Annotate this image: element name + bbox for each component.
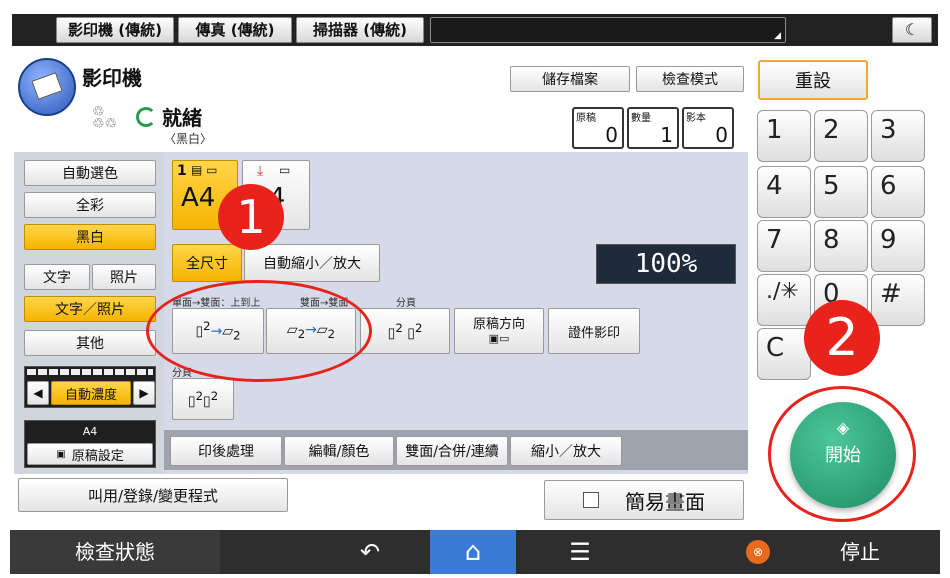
density-left-arrow-icon[interactable]: ◀ — [27, 381, 49, 405]
original-settings-button[interactable]: ▣ 原稿設定 — [27, 443, 153, 465]
color-auto-button[interactable]: 自動選色 — [24, 160, 156, 186]
store-file-button[interactable]: 儲存檔案 — [510, 66, 630, 92]
density-right-arrow-icon[interactable]: ▶ — [133, 381, 155, 405]
tab-reduce-enlarge[interactable]: 縮小／放大 — [510, 436, 622, 466]
moon-icon[interactable]: ☾ — [892, 17, 932, 43]
tab-finishing[interactable]: 印後處理 — [170, 436, 282, 466]
counter-label: 數量 — [631, 113, 651, 124]
counter-originals: 原稿 0 — [572, 107, 624, 149]
simple-screen-label: 簡易畫面 — [625, 489, 705, 514]
key-3[interactable]: 3 — [871, 110, 925, 162]
density-auto-button[interactable]: 自動濃度 — [51, 381, 131, 405]
recall-program-button[interactable]: 叫用/登錄/變更程式 — [18, 478, 288, 512]
counter-copies: 影本 0 — [682, 107, 734, 149]
bypass-arrow-icon: ⤓ — [257, 163, 264, 179]
sort2-button[interactable]: ▯2▯2 — [172, 378, 234, 420]
key-2[interactable]: 2 — [814, 110, 868, 162]
annotation-1: 1 — [218, 184, 284, 250]
key-5[interactable]: 5 — [814, 166, 868, 218]
stop-icon: ⊗ — [746, 540, 770, 564]
tray-paper-size: A4 — [181, 183, 216, 213]
tab-duplex-combine[interactable]: 雙面/合併/連續 — [396, 436, 508, 466]
tab-fax[interactable]: 傳真 (傳統) — [178, 17, 292, 43]
back-icon[interactable]: ↶ — [340, 530, 400, 574]
key-7[interactable]: 7 — [757, 220, 811, 272]
original-orientation-button[interactable]: 原稿方向 ▣▭ — [454, 308, 544, 354]
original-orientation-icon: ▣ — [56, 448, 66, 460]
key-dot-star[interactable]: .∕✳ — [757, 274, 811, 326]
tab-edit-color[interactable]: 編輯/顏色 — [284, 436, 394, 466]
annotation-2: 2 — [804, 300, 880, 376]
paper-stack-icon: ▤ ▭ — [191, 163, 218, 177]
status-subtext: 〈黑白〉 — [164, 132, 213, 146]
original-settings-box[interactable]: A4 ▣ 原稿設定 — [24, 420, 156, 468]
toner-icon: ♲ ♲♲ — [92, 104, 118, 132]
density-control: ◀ 自動濃度 ▶ — [24, 366, 156, 408]
corner-triangle-icon: ◢ — [774, 31, 781, 41]
start-diamond-icon: ◈ — [836, 418, 850, 437]
color-full-button[interactable]: 全彩 — [24, 192, 156, 218]
ready-spinner-icon — [136, 107, 156, 127]
counter-label: 原稿 — [576, 113, 596, 124]
sort-label: 分頁 — [396, 298, 416, 309]
counter-value: 0 — [605, 123, 618, 147]
key-4[interactable]: 4 — [757, 166, 811, 218]
sort-icon: ▯2 ▯2 — [387, 320, 423, 342]
original-settings-label: 原稿設定 — [71, 448, 124, 464]
text-mode-button[interactable]: 文字 — [24, 264, 90, 290]
key-clear[interactable]: C — [757, 328, 811, 380]
key-6[interactable]: 6 — [871, 166, 925, 218]
sort2-icon: ▯2▯2 — [187, 388, 219, 410]
bypass-paper-icon: ▭ — [279, 163, 291, 177]
zoom-full-size-button[interactable]: 全尺寸 — [172, 244, 242, 282]
other-mode-button[interactable]: 其他 — [24, 330, 156, 356]
page-title: 影印機 — [82, 66, 142, 90]
orientation-icon: ▣▭ — [488, 332, 510, 345]
copier-panel: 影印機 (傳統) 傳真 (傳統) 掃描器 (傳統) ◢ ☾ 影印機 儲存檔案 檢… — [0, 0, 950, 578]
photo-mode-button[interactable]: 照片 — [92, 264, 156, 290]
zoom-ratio-display: 100% — [596, 244, 736, 284]
zoom-auto-button[interactable]: 自動縮小／放大 — [244, 244, 380, 282]
copier-logo-icon — [18, 58, 76, 116]
stop-button[interactable]: 停止 — [790, 530, 930, 574]
check-status-button[interactable]: 檢查狀態 — [10, 530, 220, 574]
key-1[interactable]: 1 — [757, 110, 811, 162]
original-size-label: A4 — [82, 425, 98, 438]
tab-copier[interactable]: 影印機 (傳統) — [56, 17, 174, 43]
tray-number: 1 — [177, 163, 187, 179]
reset-button[interactable]: 重設 — [758, 60, 868, 100]
start-button[interactable]: ◈ 開始 — [790, 402, 896, 508]
tab-scanner[interactable]: 掃描器 (傳統) — [296, 17, 424, 43]
counter-value: 0 — [715, 123, 728, 147]
simple-screen-checkbox[interactable] — [583, 492, 599, 508]
top-info-area: ◢ — [430, 17, 786, 43]
main-screen: 影印機 儲存檔案 檢查模式 ♲ ♲♲ 就緒 〈黑白〉 原稿 0 數量 1 影本 0… — [14, 52, 748, 526]
check-mode-button[interactable]: 檢查模式 — [636, 66, 744, 92]
bottom-bar: 檢查狀態 ↶ ⌂ ☰ ⊗ 停止 — [10, 530, 940, 574]
home-icon[interactable]: ⌂ — [430, 530, 516, 574]
top-bar: 影印機 (傳統) 傳真 (傳統) 掃描器 (傳統) ◢ ☾ — [12, 14, 938, 46]
simple-screen-button[interactable]: 簡易畫面 — [544, 480, 744, 520]
counter-quantity: 數量 1 — [627, 107, 679, 149]
key-8[interactable]: 8 — [814, 220, 868, 272]
annotation-ellipse — [146, 280, 372, 382]
key-9[interactable]: 9 — [871, 220, 925, 272]
orientation-label: 原稿方向 — [472, 317, 525, 332]
counter-value: 1 — [660, 123, 673, 147]
menu-icon[interactable]: ☰ — [550, 530, 610, 574]
key-hash[interactable]: # — [871, 274, 925, 326]
density-scale — [27, 369, 153, 375]
status-text: 就緒 — [162, 106, 202, 130]
text-photo-mode-button[interactable]: 文字／照片 — [24, 296, 156, 322]
color-bw-button[interactable]: 黑白 — [24, 224, 156, 250]
id-copy-button[interactable]: 證件影印 — [548, 308, 640, 354]
sort-button[interactable]: ▯2 ▯2 — [360, 308, 450, 354]
start-label: 開始 — [825, 445, 861, 466]
counter-label: 影本 — [686, 113, 706, 124]
